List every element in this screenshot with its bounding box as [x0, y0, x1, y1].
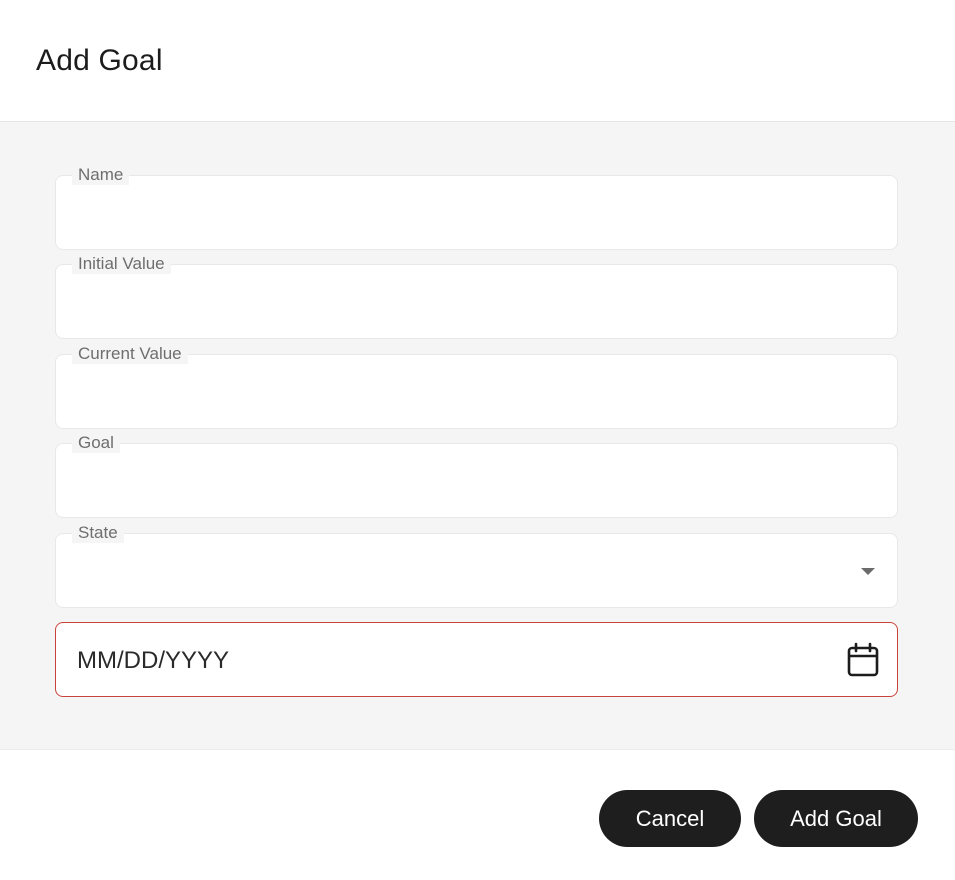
dialog-body: Name Initial Value Current Value Goal St…: [0, 122, 955, 750]
dialog-footer: Cancel Add Goal: [0, 750, 955, 880]
date-input[interactable]: [77, 643, 837, 679]
caret-down-icon[interactable]: [861, 568, 875, 575]
state-label: State: [72, 523, 124, 543]
name-input[interactable]: [76, 196, 837, 230]
name-field[interactable]: Name: [55, 165, 898, 250]
calendar-icon[interactable]: [846, 642, 880, 678]
current-value-field[interactable]: Current Value: [55, 344, 898, 429]
current-value-input[interactable]: [76, 375, 837, 409]
initial-value-input[interactable]: [76, 285, 837, 319]
state-select[interactable]: State: [55, 523, 898, 608]
initial-value-field[interactable]: Initial Value: [55, 254, 898, 339]
add-goal-dialog: Add Goal Name Initial Value Current Valu…: [0, 0, 955, 880]
name-label: Name: [72, 165, 130, 185]
cancel-button[interactable]: Cancel: [599, 790, 741, 847]
current-value-label: Current Value: [72, 344, 188, 364]
add-goal-button[interactable]: Add Goal: [754, 790, 918, 847]
dialog-header: Add Goal: [0, 0, 955, 122]
goal-label: Goal: [72, 433, 120, 453]
state-value: [76, 554, 837, 588]
goal-input[interactable]: [76, 464, 837, 498]
date-field[interactable]: [55, 622, 898, 697]
dialog-title: Add Goal: [36, 44, 163, 77]
initial-value-label: Initial Value: [72, 254, 171, 274]
goal-field[interactable]: Goal: [55, 433, 898, 518]
